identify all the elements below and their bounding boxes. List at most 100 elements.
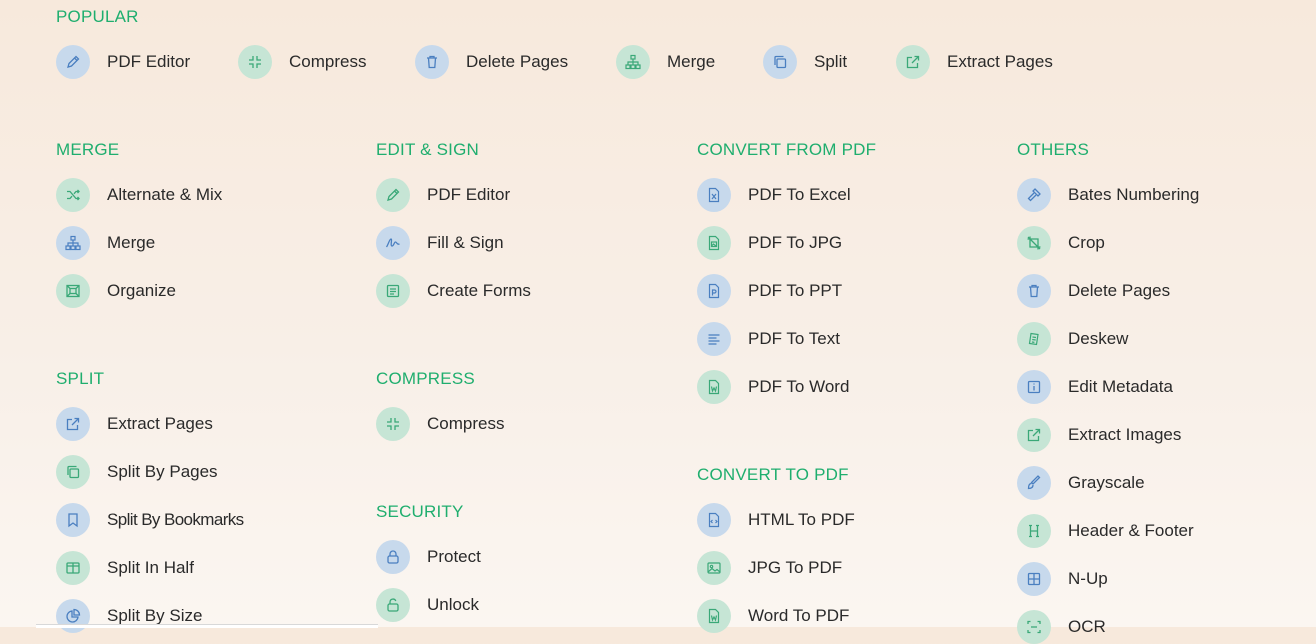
tool-header-footer[interactable]: Header & Footer — [1017, 514, 1194, 548]
tool-label: Split By Pages — [107, 462, 218, 481]
bookmark-icon — [56, 503, 90, 537]
word-file-icon — [697, 370, 731, 404]
tool-label: Merge — [107, 233, 156, 252]
trash-icon — [1017, 274, 1051, 308]
sitemap-icon — [616, 45, 650, 79]
section-title-split: SPLIT — [56, 369, 105, 388]
tool-label: Word To PDF — [748, 606, 850, 625]
tool-split-by-pages[interactable]: Split By Pages — [56, 455, 218, 489]
tool-label: Extract Pages — [947, 52, 1053, 71]
tool-label: Organize — [107, 281, 176, 300]
tool-pdf-to-excel[interactable]: PDF To Excel — [697, 178, 851, 212]
tool-popular-delete-pages[interactable]: Delete Pages — [415, 45, 568, 79]
tool-label: Split By Bookmarks — [107, 510, 244, 529]
tool-others-delete-pages[interactable]: Delete Pages — [1017, 274, 1170, 308]
compress-icon — [376, 407, 410, 441]
tool-label: PDF To Word — [748, 377, 850, 396]
section-title-convert-from-pdf: CONVERT FROM PDF — [697, 140, 877, 159]
copy-icon — [763, 45, 797, 79]
tool-popular-compress[interactable]: Compress — [238, 45, 366, 79]
info-icon — [1017, 370, 1051, 404]
stamp-icon — [1017, 178, 1051, 212]
tool-label: OCR — [1068, 617, 1106, 636]
tool-split-in-half[interactable]: Split In Half — [56, 551, 194, 585]
section-title-convert-to-pdf: CONVERT TO PDF — [697, 465, 849, 484]
pencil-icon — [56, 45, 90, 79]
tool-pdf-to-text[interactable]: PDF To Text — [697, 322, 840, 356]
tool-label: Deskew — [1068, 329, 1129, 348]
tool-label: JPG To PDF — [748, 558, 843, 577]
tool-label: Delete Pages — [1068, 281, 1171, 300]
word-file-icon — [697, 599, 731, 633]
tool-alternate-mix[interactable]: Alternate & Mix — [56, 178, 222, 212]
tool-label: PDF Editor — [427, 185, 511, 204]
tool-label: Split — [814, 52, 848, 71]
tool-pdf-to-jpg[interactable]: PDF To JPG — [697, 226, 842, 260]
tool-pdf-to-word[interactable]: PDF To Word — [697, 370, 849, 404]
tool-popular-extract-pages[interactable]: Extract Pages — [896, 45, 1053, 79]
external-link-icon — [1017, 418, 1051, 452]
tool-label: PDF To JPG — [748, 233, 843, 252]
tool-label: N-Up — [1068, 569, 1108, 588]
section-title-compress: COMPRESS — [376, 369, 475, 388]
deskew-icon — [1017, 322, 1051, 356]
tool-popular-merge[interactable]: Merge — [616, 45, 715, 79]
tool-pdf-to-ppt[interactable]: PDF To PPT — [697, 274, 842, 308]
external-link-icon — [896, 45, 930, 79]
tool-split-extract-pages[interactable]: Extract Pages — [56, 407, 213, 441]
organize-icon — [56, 274, 90, 308]
signature-icon — [376, 226, 410, 260]
tool-label: PDF To Text — [748, 329, 840, 348]
tool-popular-split[interactable]: Split — [763, 45, 847, 79]
tool-crop[interactable]: Crop — [1017, 226, 1105, 260]
tool-edit-pdf-editor[interactable]: PDF Editor — [376, 178, 510, 212]
tool-protect[interactable]: Protect — [376, 540, 481, 574]
tool-label: Unlock — [427, 595, 479, 614]
tool-edit-metadata[interactable]: Edit Metadata — [1017, 370, 1173, 404]
tool-word-to-pdf[interactable]: Word To PDF — [697, 599, 849, 633]
tool-label: Extract Pages — [107, 414, 213, 433]
tool-bates-numbering[interactable]: Bates Numbering — [1017, 178, 1199, 212]
tool-n-up[interactable]: N-Up — [1017, 562, 1108, 596]
tool-popular-pdf-editor[interactable]: PDF Editor — [56, 45, 190, 79]
tool-deskew[interactable]: Deskew — [1017, 322, 1128, 356]
tool-organize[interactable]: Organize — [56, 274, 176, 308]
tool-label: Merge — [667, 52, 716, 71]
tool-label: HTML To PDF — [748, 510, 855, 529]
tool-extract-images[interactable]: Extract Images — [1017, 418, 1181, 452]
tool-label: Bates Numbering — [1068, 185, 1200, 204]
pencil-icon — [376, 178, 410, 212]
tool-label: Split In Half — [107, 558, 194, 577]
tool-ocr[interactable]: OCR — [1017, 610, 1106, 644]
tool-label: Compress — [289, 52, 367, 71]
shuffle-icon — [56, 178, 90, 212]
tool-label: Extract Images — [1068, 425, 1182, 444]
copy-icon — [56, 455, 90, 489]
tool-html-to-pdf[interactable]: HTML To PDF — [697, 503, 855, 537]
tool-unlock[interactable]: Unlock — [376, 588, 479, 622]
tool-grayscale[interactable]: Grayscale — [1017, 466, 1145, 500]
tool-jpg-to-pdf[interactable]: JPG To PDF — [697, 551, 842, 585]
tool-split-by-bookmarks[interactable]: Split By Bookmarks — [56, 503, 244, 537]
tool-label: Alternate & Mix — [107, 185, 223, 204]
section-title-merge: MERGE — [56, 140, 120, 159]
section-title-others: OTHERS — [1017, 140, 1090, 159]
tool-merge[interactable]: Merge — [56, 226, 155, 260]
text-lines-icon — [697, 322, 731, 356]
tool-label: PDF Editor — [107, 52, 191, 71]
bottom-scroll-strip — [36, 624, 378, 628]
tool-label: PDF To PPT — [748, 281, 843, 300]
compress-icon — [238, 45, 272, 79]
tool-create-forms[interactable]: Create Forms — [376, 274, 531, 308]
tool-label: Fill & Sign — [427, 233, 504, 252]
tool-fill-sign[interactable]: Fill & Sign — [376, 226, 504, 260]
tool-label: Edit Metadata — [1068, 377, 1173, 396]
section-title-security: SECURITY — [376, 502, 464, 521]
tool-label: Create Forms — [427, 281, 531, 300]
tool-label: Delete Pages — [466, 52, 569, 71]
lock-icon — [376, 540, 410, 574]
image-file-icon — [697, 226, 731, 260]
section-title-popular: POPULAR — [56, 7, 139, 26]
tool-compress[interactable]: Compress — [376, 407, 504, 441]
ocr-icon — [1017, 610, 1051, 644]
